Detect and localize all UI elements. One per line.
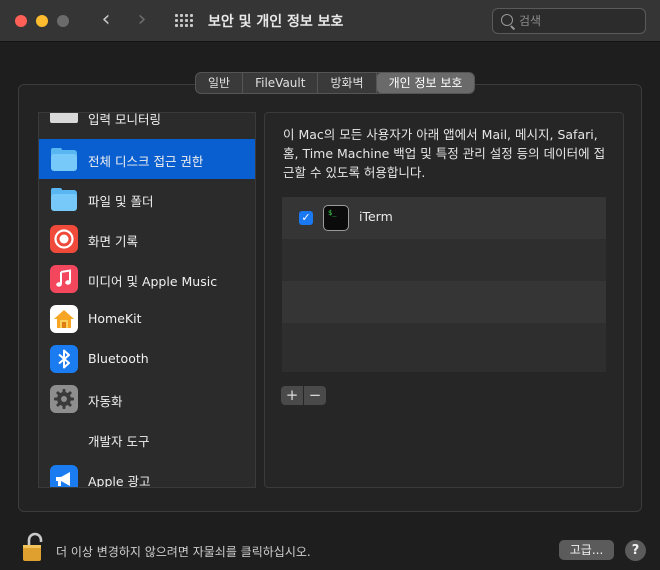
minimize-button[interactable]	[36, 15, 48, 27]
sidebar-item-automation[interactable]: 자동화	[39, 379, 255, 419]
megaphone-icon	[50, 465, 78, 487]
music-note-icon	[50, 265, 78, 293]
home-icon	[50, 305, 78, 333]
privacy-sidebar[interactable]: 입력 모니터링 전체 디스크 접근 권한 파일 및 폴더 화면 기록 미디어 및…	[38, 112, 256, 488]
sidebar-item-label: Apple 광고	[88, 474, 151, 488]
app-name: iTerm	[359, 209, 393, 224]
app-checkbox[interactable]: ✓	[299, 211, 313, 225]
remove-button[interactable]: −	[304, 386, 326, 405]
bluetooth-icon	[50, 345, 78, 373]
chevron-right-icon[interactable]: ›	[130, 8, 154, 32]
lock-icon[interactable]	[22, 531, 46, 563]
sidebar-item-input-monitoring[interactable]: 입력 모니터링	[39, 112, 255, 137]
sidebar-item-label: 전체 디스크 접근 권한	[88, 154, 204, 169]
gear-icon	[50, 385, 78, 413]
list-item	[282, 323, 606, 365]
lock-message: 더 이상 변경하지 않으려면 자물쇠를 클릭하십시오.	[56, 545, 311, 559]
window-title: 보안 및 개인 정보 보호	[208, 14, 344, 30]
tab-general[interactable]: 일반	[196, 73, 244, 93]
search-input[interactable]	[519, 12, 639, 30]
sidebar-item-bluetooth[interactable]: Bluetooth	[39, 339, 255, 379]
sidebar-item-media-apple-music[interactable]: 미디어 및 Apple Music	[39, 259, 255, 299]
sidebar-item-files-and-folders[interactable]: 파일 및 폴더	[39, 179, 255, 219]
sidebar-item-screen-recording[interactable]: 화면 기록	[39, 219, 255, 259]
chevron-left-icon[interactable]: ‹	[94, 8, 118, 32]
list-item[interactable]: ✓ iTerm	[282, 197, 606, 239]
sidebar-item-label: HomeKit	[88, 311, 142, 326]
tab-privacy[interactable]: 개인 정보 보호	[376, 73, 475, 93]
list-item	[282, 281, 606, 323]
sidebar-item-label: 화면 기록	[88, 234, 138, 249]
title-bar: ‹ › 보안 및 개인 정보 보호	[0, 0, 660, 42]
sidebar-item-homekit[interactable]: HomeKit	[39, 299, 255, 339]
help-button[interactable]: ?	[625, 540, 646, 561]
zoom-button[interactable]	[57, 15, 69, 27]
grid-icon[interactable]	[175, 14, 193, 28]
folder-icon	[50, 185, 78, 213]
list-item	[282, 239, 606, 281]
advanced-button[interactable]: 고급...	[559, 540, 614, 560]
sidebar-item-full-disk-access[interactable]: 전체 디스크 접근 권한	[39, 139, 255, 179]
tab-filevault[interactable]: FileVault	[243, 73, 319, 93]
tab-firewall[interactable]: 방화벽	[318, 73, 377, 93]
sidebar-item-label: 자동화	[88, 394, 123, 409]
sidebar-item-label: 입력 모니터링	[88, 112, 161, 127]
sidebar-item-apple-advertising[interactable]: Apple 광고	[39, 459, 255, 488]
description-text: 이 Mac의 모든 사용자가 아래 앱에서 Mail, 메시지, Safari,…	[283, 127, 606, 180]
tab-bar: 일반 FileVault 방화벽 개인 정보 보호	[195, 72, 476, 94]
sidebar-item-label: 미디어 및 Apple Music	[88, 274, 218, 289]
close-button[interactable]	[15, 15, 27, 27]
sidebar-item-label: 파일 및 폴더	[88, 194, 154, 209]
folder-icon	[50, 145, 78, 173]
terminal-icon	[323, 205, 349, 231]
app-list[interactable]: ✓ iTerm	[281, 196, 607, 373]
sidebar-item-label: 개발자 도구	[88, 434, 150, 449]
sidebar-item-developer-tools[interactable]: 개발자 도구	[39, 419, 255, 459]
search-field[interactable]	[492, 8, 646, 34]
search-icon	[501, 14, 513, 26]
add-remove-controls: + −	[281, 386, 326, 405]
sidebar-item-label: Bluetooth	[88, 351, 149, 366]
keyboard-icon	[50, 113, 78, 131]
screen-recording-icon	[50, 225, 78, 253]
add-button[interactable]: +	[281, 386, 303, 405]
